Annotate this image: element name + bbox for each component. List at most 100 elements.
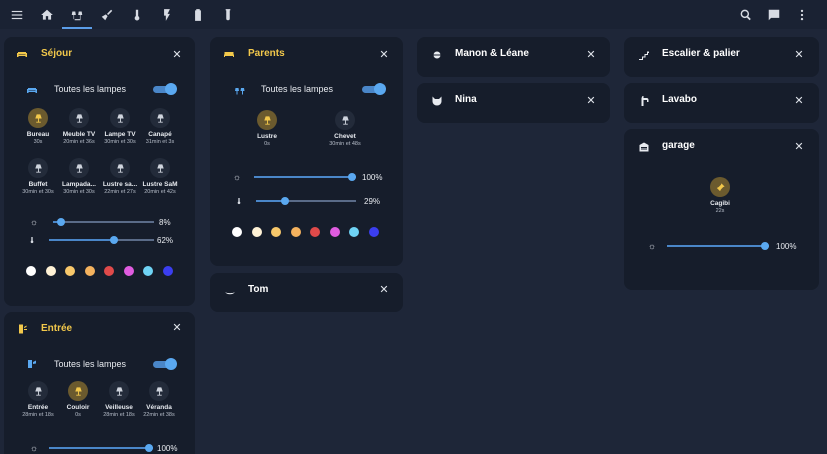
color-swatch[interactable] xyxy=(26,266,36,276)
lamp-tile[interactable]: Véranda 22min et 38s xyxy=(130,381,188,418)
lamp-icon xyxy=(28,381,48,401)
close-icon[interactable]: ✕ xyxy=(586,95,596,107)
close-icon[interactable]: ✕ xyxy=(379,49,389,61)
color-swatch[interactable] xyxy=(368,227,379,237)
color-swatch[interactable] xyxy=(162,266,173,276)
color-temperature-slider[interactable] xyxy=(49,235,154,245)
close-icon[interactable]: ✕ xyxy=(794,95,804,107)
color-swatch[interactable] xyxy=(349,227,359,237)
chat-icon[interactable] xyxy=(764,5,784,25)
search-icon[interactable] xyxy=(736,5,756,25)
stairs-icon xyxy=(638,48,650,60)
garage-icon xyxy=(638,140,650,152)
brightness-slider[interactable] xyxy=(53,217,154,227)
brightness-icon: ☼ xyxy=(29,443,39,453)
lamp-name: Canapé xyxy=(148,131,172,138)
room-card-entree: Entrée ✕ Toutes les lampes Entrée 28min e… xyxy=(4,312,195,454)
lamp-icon xyxy=(69,158,89,178)
lamp-tile[interactable]: Lustre SaM 20min et 42s xyxy=(131,158,189,195)
color-swatch[interactable] xyxy=(251,227,262,237)
color-swatch[interactable] xyxy=(232,227,242,237)
lamp-icon xyxy=(257,110,277,130)
lamp-tile-cagibi[interactable]: Cagibi 22s xyxy=(691,177,749,214)
lamp-name: Lustre xyxy=(257,133,277,140)
lamp-icon xyxy=(69,108,89,128)
all-lamps-label: Toutes les lampes xyxy=(261,84,334,94)
card-title: Parents xyxy=(248,48,285,59)
color-swatch[interactable] xyxy=(329,227,340,237)
thermometer-icon xyxy=(234,196,244,206)
all-lamps-toggle[interactable] xyxy=(153,358,177,370)
home-icon[interactable] xyxy=(37,5,57,25)
color-swatch[interactable] xyxy=(123,266,134,276)
lamp-name: Véranda xyxy=(146,404,172,411)
close-icon[interactable]: ✕ xyxy=(172,322,182,334)
color-swatch[interactable] xyxy=(104,266,114,276)
cat-icon xyxy=(431,94,443,106)
thermometer-icon xyxy=(27,235,37,245)
lamp-icon xyxy=(28,158,48,178)
card-title: Entrée xyxy=(41,323,73,334)
close-icon[interactable]: ✕ xyxy=(794,49,804,61)
lamp-tile[interactable]: Lustre 0s xyxy=(238,110,296,147)
close-icon[interactable]: ✕ xyxy=(794,141,804,153)
room-card-manon-leane: Manon & Léane ✕ xyxy=(417,37,610,77)
brightness-slider[interactable] xyxy=(254,172,356,182)
lamp-name: Cagibi xyxy=(710,200,730,207)
lamp-icon xyxy=(68,381,88,401)
brightness-slider[interactable] xyxy=(49,443,153,453)
card-title: Escalier & palier xyxy=(662,48,740,59)
close-icon[interactable]: ✕ xyxy=(172,49,182,61)
planet-icon xyxy=(431,48,443,60)
color-swatch[interactable] xyxy=(143,266,153,276)
card-title: Manon & Léane xyxy=(455,48,529,59)
menu-icon[interactable] xyxy=(7,5,27,25)
lamp-name: Chevet xyxy=(334,133,356,140)
lamp-tile[interactable]: Chevet 30min et 48s xyxy=(316,110,374,147)
lamp-icon xyxy=(150,108,170,128)
lamp-icon xyxy=(335,110,355,130)
color-swatch[interactable] xyxy=(45,266,56,276)
card-title: Nina xyxy=(455,94,477,105)
card-title: Lavabo xyxy=(662,94,698,105)
all-lamps-toggle[interactable] xyxy=(362,83,386,95)
lamp-tile[interactable]: Canapé 31min et 3s xyxy=(131,108,189,145)
close-icon[interactable]: ✕ xyxy=(379,284,389,296)
close-icon[interactable]: ✕ xyxy=(586,49,596,61)
color-swatch[interactable] xyxy=(271,227,281,237)
lamp-icon xyxy=(28,108,48,128)
flash-icon[interactable] xyxy=(157,5,177,25)
all-lamps-label: Toutes les lampes xyxy=(54,84,127,94)
color-swatch[interactable] xyxy=(310,227,320,237)
brightness-icon: ☼ xyxy=(29,217,39,227)
more-icon[interactable] xyxy=(792,5,812,25)
test-tube-icon[interactable] xyxy=(218,5,238,25)
lamp-time: 22min et 38s xyxy=(143,412,175,418)
brightness-slider[interactable] xyxy=(667,241,769,251)
lamp-room-icon[interactable] xyxy=(67,5,87,25)
battery-icon[interactable] xyxy=(188,5,208,25)
brightness-value: 100% xyxy=(776,242,797,251)
room-card-nina: Nina ✕ xyxy=(417,83,610,123)
brightness-value: 100% xyxy=(157,444,178,453)
brightness-value: 8% xyxy=(159,218,171,227)
lamp-icon xyxy=(150,158,170,178)
room-card-sejour: Séjour ✕ Toutes les lampes Bureau 30s Meub… xyxy=(4,37,195,306)
card-title: garage xyxy=(662,140,695,151)
all-lamps-toggle[interactable] xyxy=(153,83,177,95)
room-card-escalier-palier: Escalier & palier ✕ xyxy=(624,37,819,77)
color-temperature-slider[interactable] xyxy=(256,196,356,206)
brightness-icon: ☼ xyxy=(232,172,242,182)
door-light-icon xyxy=(16,322,28,334)
lamp-icon xyxy=(110,158,130,178)
room-card-garage: garage ✕ Cagibi 22s ☼ 100% xyxy=(624,129,819,290)
color-swatch[interactable] xyxy=(84,266,95,276)
brightness-icon: ☼ xyxy=(647,241,657,251)
all-lamps-label: Toutes les lampes xyxy=(54,359,127,369)
thermometer-icon[interactable] xyxy=(127,5,147,25)
lamp-time: 22s xyxy=(715,208,725,214)
broom-icon[interactable] xyxy=(97,5,117,25)
color-swatch[interactable] xyxy=(290,227,301,237)
sofa-all-lamps-icon xyxy=(26,83,38,95)
color-swatch[interactable] xyxy=(65,266,75,276)
